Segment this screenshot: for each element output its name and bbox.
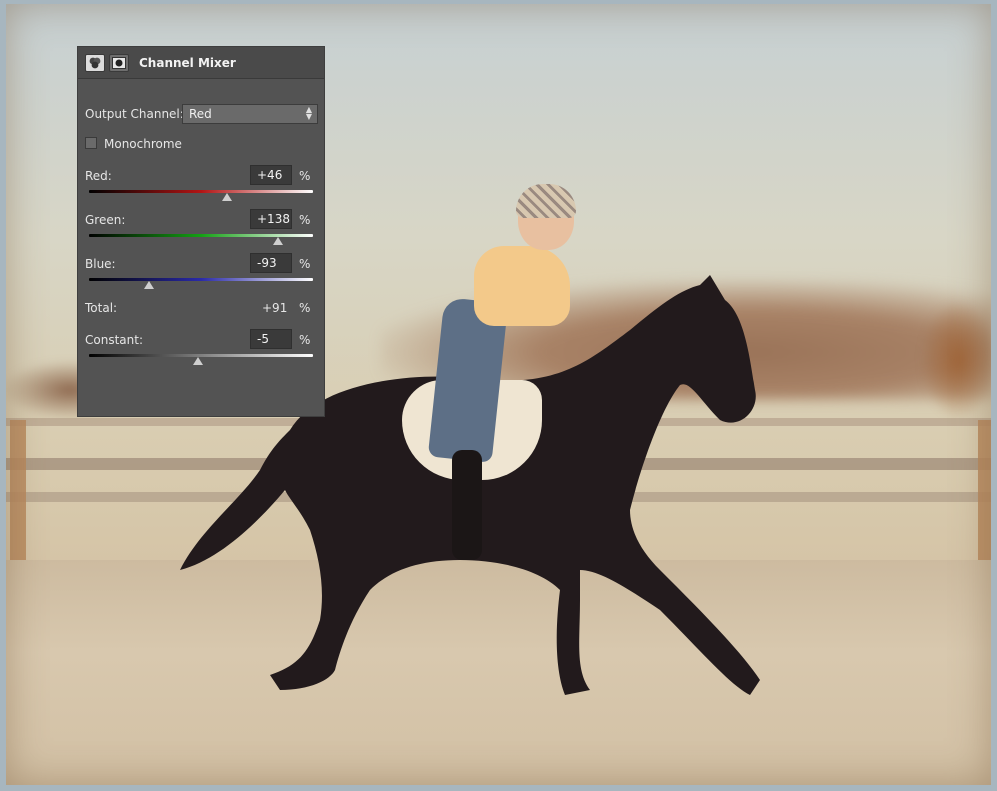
output-channel-label: Output Channel:: [85, 107, 184, 121]
output-channel-value: Red: [189, 107, 212, 121]
green-unit: %: [299, 213, 311, 227]
rider-headscarf: [516, 184, 576, 218]
red-slider-thumb[interactable]: [221, 193, 232, 201]
blue-label: Blue:: [85, 257, 116, 271]
green-slider[interactable]: [89, 234, 313, 245]
channel-mixer-panel: Channel Mixer Output Channel: Red ▲ ▼ Mon…: [77, 46, 325, 417]
panel-header: Channel Mixer: [78, 47, 324, 79]
background-trees-right: [920, 300, 997, 420]
channel-mixer-icon[interactable]: [85, 53, 105, 72]
blue-slider[interactable]: [89, 278, 313, 289]
red-slider[interactable]: [89, 190, 313, 201]
layer-mask-icon[interactable]: [109, 53, 129, 72]
output-channel-select[interactable]: Red ▲ ▼: [182, 104, 318, 124]
total-value: +91: [262, 301, 288, 315]
total-unit: %: [299, 301, 311, 315]
blue-slider-thumb[interactable]: [143, 281, 154, 289]
red-label: Red:: [85, 169, 112, 183]
select-arrows-icon: ▲ ▼: [305, 105, 312, 121]
constant-value-field[interactable]: -5: [250, 329, 292, 349]
constant-label: Constant:: [85, 333, 143, 347]
green-value-field[interactable]: +138: [250, 209, 292, 229]
constant-slider[interactable]: [89, 354, 313, 365]
red-unit: %: [299, 169, 311, 183]
constant-slider-thumb[interactable]: [193, 357, 204, 365]
blue-value-field[interactable]: -93: [250, 253, 292, 273]
constant-unit: %: [299, 333, 311, 347]
monochrome-checkbox[interactable]: [85, 137, 97, 149]
total-label: Total:: [85, 301, 118, 315]
blue-unit: %: [299, 257, 311, 271]
green-label: Green:: [85, 213, 126, 227]
rider-boot: [452, 450, 482, 560]
rider-shirt: [474, 246, 570, 326]
green-slider-thumb[interactable]: [273, 237, 284, 245]
red-value-field[interactable]: +46: [250, 165, 292, 185]
monochrome-label: Monochrome: [104, 137, 182, 151]
panel-title: Channel Mixer: [139, 55, 236, 70]
